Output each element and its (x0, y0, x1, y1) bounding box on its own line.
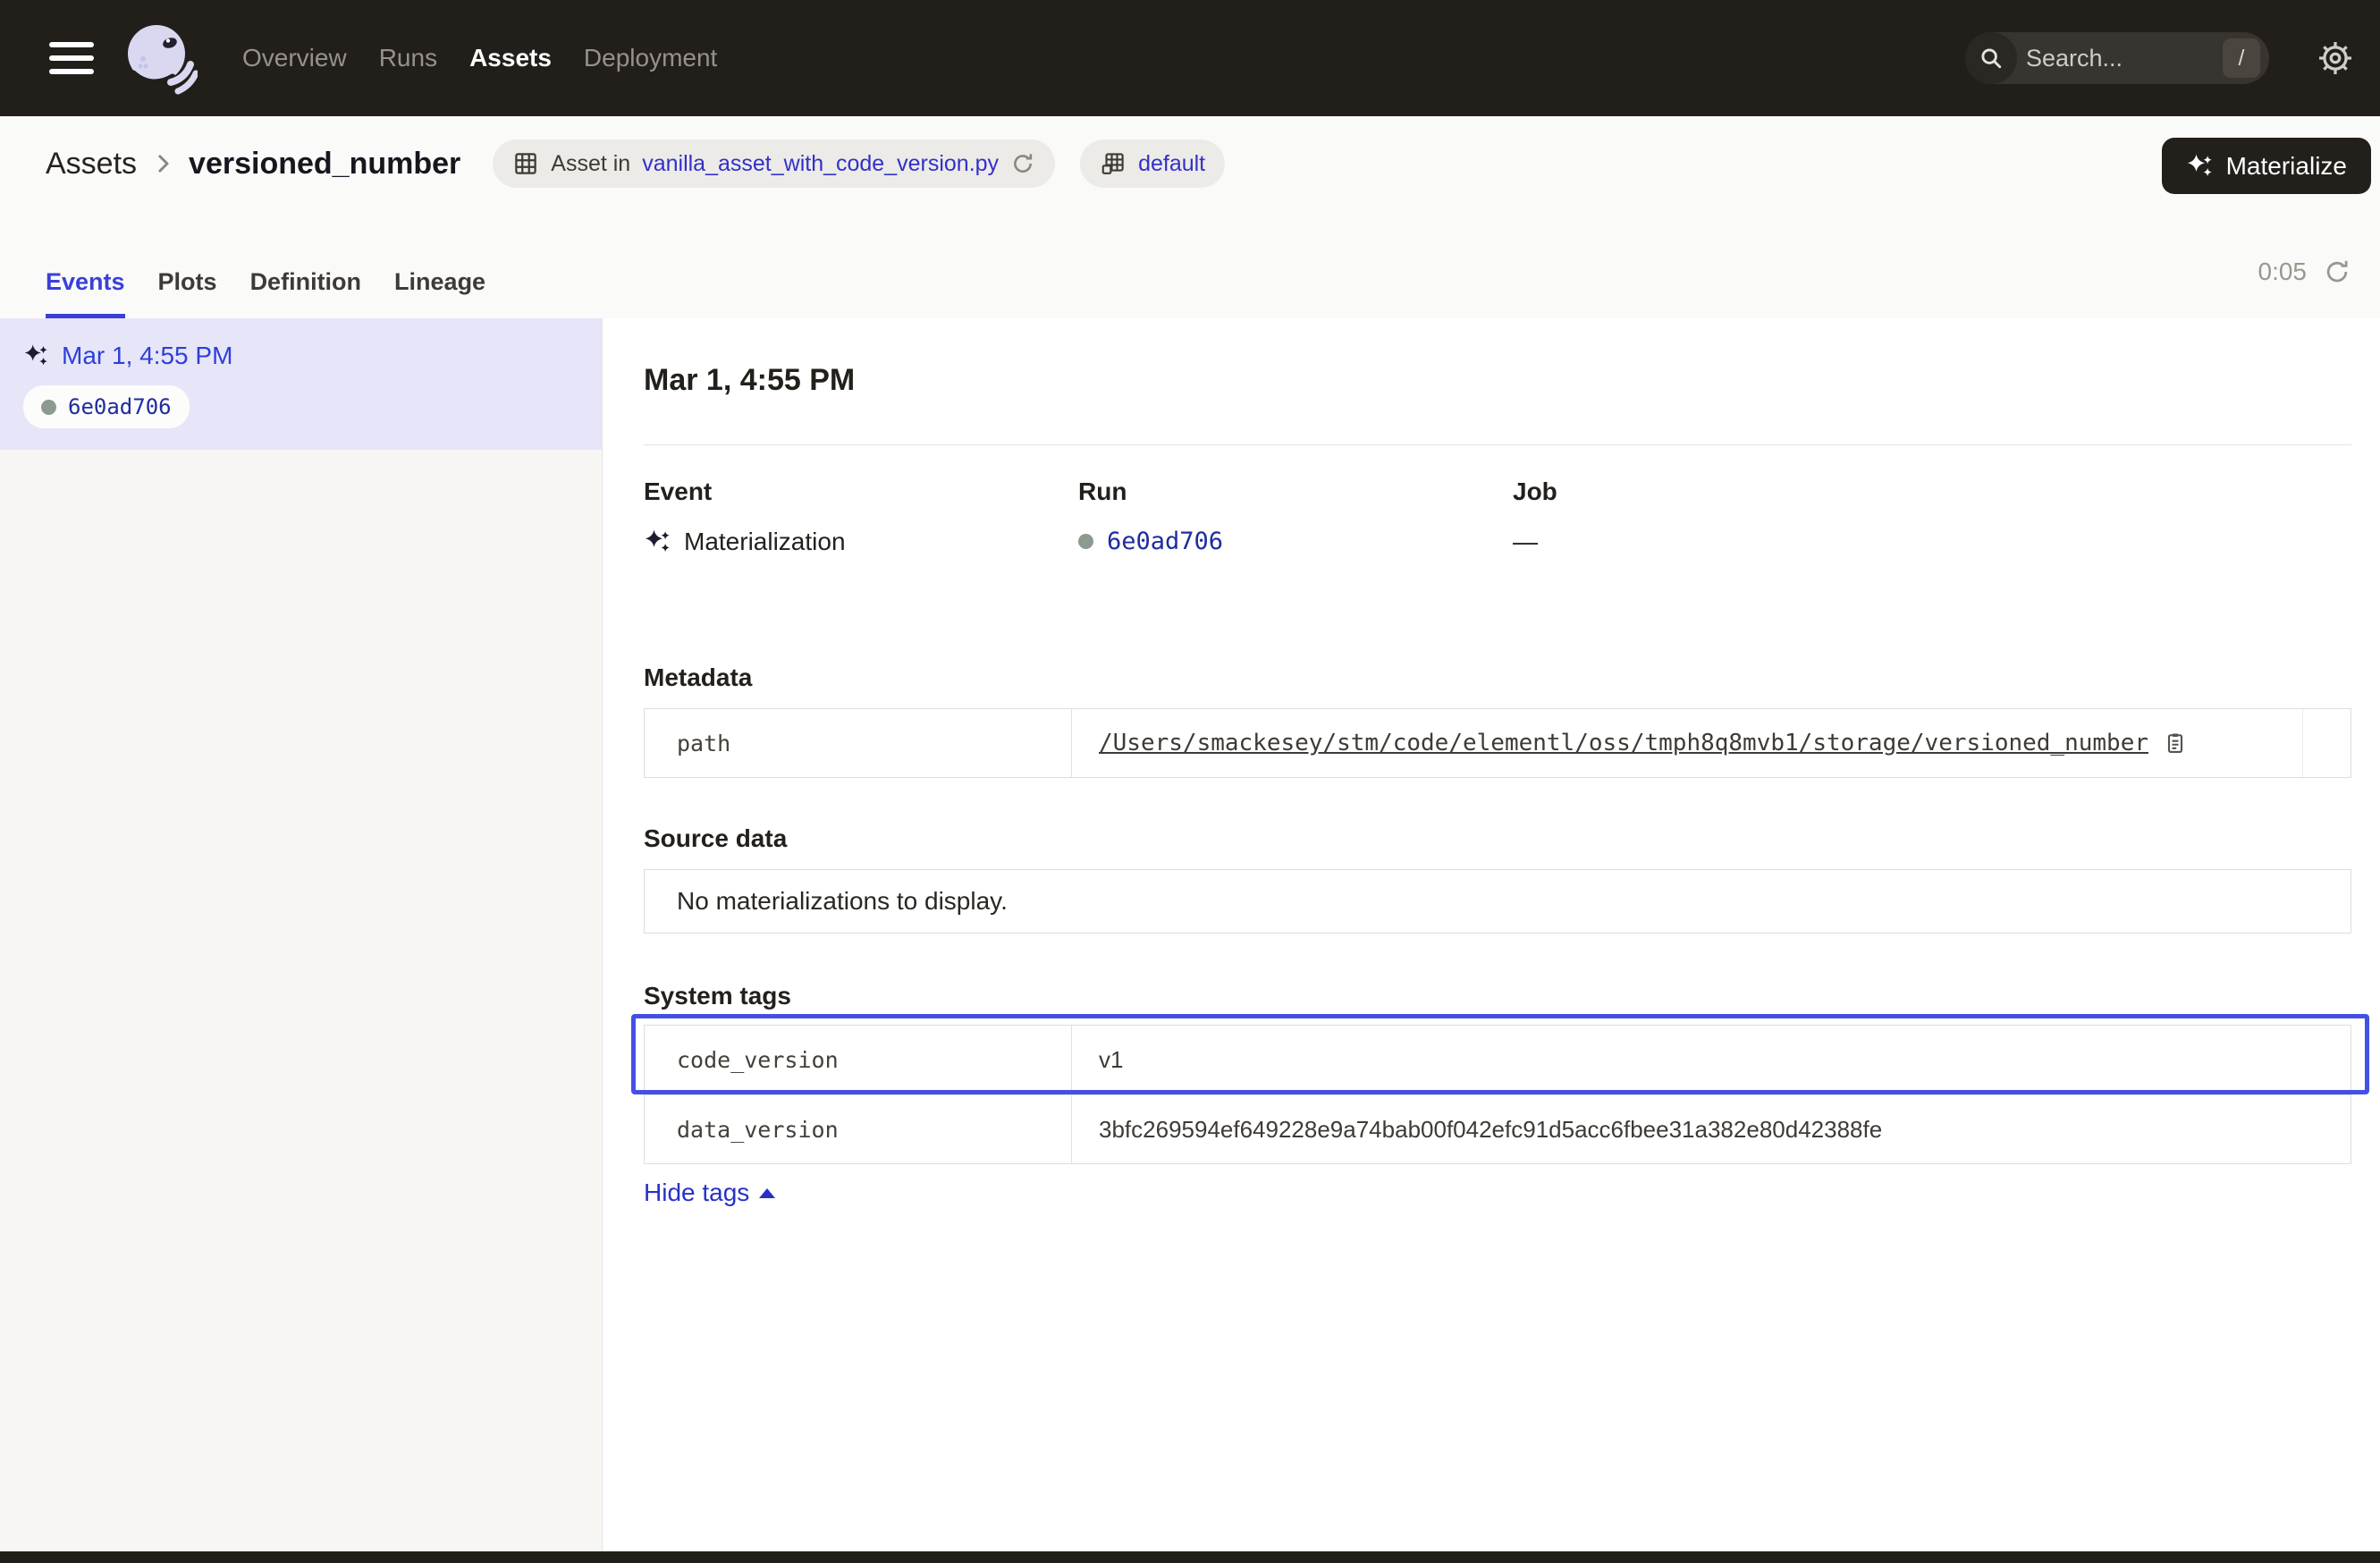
sparkle-icon (2186, 153, 2213, 180)
hamburger-menu-icon[interactable] (49, 42, 94, 74)
run-column: Run 6e0ad706 (1078, 477, 1513, 556)
tab-definition[interactable]: Definition (250, 268, 361, 318)
dagster-app: Overview Runs Assets Deployment / Assets (0, 0, 2380, 1563)
metadata-row-end-cell (2302, 709, 2350, 777)
nav-item-runs[interactable]: Runs (379, 44, 437, 72)
search-shortcut-badge: / (2223, 38, 2260, 78)
tag-value: 3bfc269594ef649228e9a74bab00f042efc91d5a… (1099, 1116, 1882, 1144)
run-label: Run (1078, 477, 1513, 506)
metadata-heading: Metadata (644, 663, 752, 692)
run-id-link[interactable]: 6e0ad706 (1107, 528, 1223, 555)
search-box[interactable]: / (1965, 32, 2269, 84)
metadata-table: path /Users/smackesey/stm/code/elementl/… (644, 708, 2351, 778)
asset-tabs: Events Plots Definition Lineage (46, 268, 485, 318)
triangle-up-icon (759, 1188, 775, 1198)
hide-tags-label: Hide tags (644, 1179, 749, 1207)
tag-row-code-version: code_version v1 (645, 1026, 2350, 1094)
repo-default-badge[interactable]: default (1080, 139, 1225, 188)
event-list-item-selected[interactable]: Mar 1, 4:55 PM 6e0ad706 (0, 318, 602, 450)
materialize-label: Materialize (2226, 152, 2347, 181)
asset-badges: Asset in vanilla_asset_with_code_version… (493, 139, 1225, 188)
tab-plots[interactable]: Plots (158, 268, 217, 318)
copy-icon[interactable] (2163, 731, 2188, 756)
event-detail-title: Mar 1, 4:55 PM (644, 363, 855, 398)
top-nav: Overview Runs Assets Deployment / (0, 0, 2380, 116)
gear-icon[interactable] (2316, 38, 2355, 78)
event-column: Event Materialization (644, 477, 1078, 556)
job-value: — (1513, 528, 1538, 556)
source-data-heading: Source data (644, 824, 787, 853)
asset-definition-badge[interactable]: Asset in vanilla_asset_with_code_version… (493, 139, 1055, 188)
tab-events[interactable]: Events (46, 268, 125, 318)
nav-item-assets[interactable]: Assets (469, 44, 552, 72)
asset-file-link[interactable]: vanilla_asset_with_code_version.py (642, 151, 999, 177)
job-column: Job — (1513, 477, 2351, 556)
page-title: versioned_number (189, 147, 460, 182)
refresh-countdown: 0:05 (2258, 258, 2308, 286)
workspace-grid-icon (1100, 150, 1127, 177)
tag-value: v1 (1099, 1046, 1123, 1074)
tag-key: data_version (645, 1095, 1072, 1163)
event-label: Event (644, 477, 1078, 506)
asset-badge-prefix: Asset in (551, 151, 630, 177)
tag-row-data-version: data_version 3bfc269594ef649228e9a74bab0… (645, 1094, 2350, 1163)
tab-lineage[interactable]: Lineage (394, 268, 485, 318)
status-dot (41, 400, 56, 415)
tag-key: code_version (645, 1026, 1072, 1094)
breadcrumb: Assets versioned_number Asset in vanilla… (46, 139, 1225, 188)
status-dot (1078, 534, 1093, 549)
system-tags-heading: System tags (644, 982, 791, 1010)
page-header: Assets versioned_number Asset in vanilla… (0, 116, 2380, 318)
job-label: Job (1513, 477, 2351, 506)
chevron-right-icon (149, 150, 176, 177)
run-id-link[interactable]: 6e0ad706 (68, 394, 172, 419)
metadata-key: path (645, 709, 1072, 777)
nav-item-overview[interactable]: Overview (242, 44, 347, 72)
source-data-empty-message: No materializations to display. (644, 869, 2351, 934)
search-input[interactable] (2017, 45, 2223, 72)
dagster-logo[interactable] (121, 20, 198, 97)
system-tags-table: code_version v1 data_version 3bfc269594e… (644, 1025, 2351, 1164)
primary-nav: Overview Runs Assets Deployment (242, 44, 717, 72)
nav-item-deployment[interactable]: Deployment (584, 44, 717, 72)
run-pill[interactable]: 6e0ad706 (23, 385, 190, 428)
search-icon (1965, 32, 2017, 84)
system-tags-section: code_version v1 data_version 3bfc269594e… (644, 1025, 2351, 1164)
materialize-button[interactable]: Materialize (2162, 138, 2371, 194)
bottom-bar (0, 1551, 2380, 1563)
event-timestamp-link[interactable]: Mar 1, 4:55 PM (62, 342, 232, 370)
divider (644, 444, 2351, 445)
reload-icon[interactable] (1010, 151, 1035, 176)
sparkle-icon (23, 343, 48, 368)
metadata-path-link[interactable]: /Users/smackesey/stm/code/elementl/oss/t… (1099, 730, 2148, 756)
repo-badge-label: default (1138, 151, 1205, 177)
metadata-row-path: path /Users/smackesey/stm/code/elementl/… (645, 709, 2350, 777)
asset-table-icon (512, 150, 539, 177)
breadcrumb-assets-link[interactable]: Assets (46, 147, 137, 182)
refresh-timer: 0:05 (2258, 258, 2352, 286)
content-area: Mar 1, 4:55 PM 6e0ad706 Mar 1, 4:55 PM E… (0, 318, 2380, 1551)
hide-tags-link[interactable]: Hide tags (644, 1179, 775, 1207)
event-list-sidebar: Mar 1, 4:55 PM 6e0ad706 (0, 318, 603, 1551)
event-detail-panel: Mar 1, 4:55 PM Event Materialization (603, 318, 2380, 1551)
sparkle-icon (644, 528, 671, 555)
event-type-value: Materialization (684, 528, 846, 556)
refresh-icon[interactable] (2323, 258, 2351, 286)
event-summary-grid: Event Materialization Run 6e0ad (644, 477, 2351, 556)
